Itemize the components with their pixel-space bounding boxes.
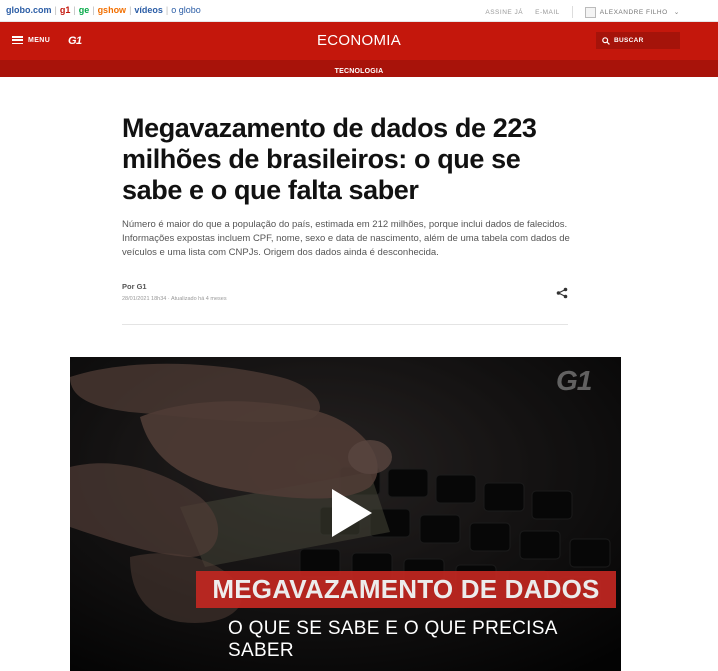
link-g1[interactable]: g1 xyxy=(60,5,71,15)
email-link[interactable]: E-MAIL xyxy=(535,9,560,16)
sub-section-bar: TECNOLOGIA xyxy=(0,60,718,77)
updated-time: Atualizado há 4 meses xyxy=(170,296,227,302)
link-ge[interactable]: ge xyxy=(79,5,90,15)
separator: | xyxy=(129,5,132,15)
article-meta: 28/01/2021 18h34 · Atualizado há 4 meses xyxy=(122,296,227,302)
video-player[interactable]: G1 MEGAVAZAMENTO DE DADOS O QUE SE SABE … xyxy=(70,357,621,671)
search-button[interactable]: BUSCAR xyxy=(596,32,680,49)
globo-network-links: globo.com | g1 | ge | gshow | vídeos | o… xyxy=(6,5,201,15)
divider xyxy=(571,6,573,18)
account-area: ASSINE JÁ E-MAIL ALEXANDRE FILHO ⌄ xyxy=(485,6,680,18)
separator: | xyxy=(73,5,76,15)
article-summary: Número é maior do que a população do paí… xyxy=(122,219,570,258)
video-watermark: G1 xyxy=(556,365,592,396)
subscribe-link[interactable]: ASSINE JÁ xyxy=(485,9,523,16)
link-globo-com[interactable]: globo.com xyxy=(6,5,52,15)
globo-top-bar: globo.com | g1 | ge | gshow | vídeos | o… xyxy=(0,0,718,22)
separator: | xyxy=(165,5,169,15)
publish-date: 28/01/2021 18h34 xyxy=(122,296,167,302)
link-gshow[interactable]: gshow xyxy=(98,5,127,15)
share-button[interactable] xyxy=(556,286,568,304)
share-icon xyxy=(556,287,568,299)
article-divider xyxy=(122,324,568,325)
video-subtitle: O QUE SE SABE E O QUE PRECISA SABER xyxy=(228,618,557,661)
separator: | xyxy=(92,5,95,15)
video-headline-text: MEGAVAZAMENTO DE DADOS xyxy=(212,574,600,604)
link-videos[interactable]: vídeos xyxy=(134,5,163,15)
video-headline: MEGAVAZAMENTO DE DADOS xyxy=(196,571,616,608)
site-header: MENU G1 ECONOMIA BUSCAR xyxy=(0,22,718,60)
chevron-down-icon[interactable]: ⌄ xyxy=(674,8,680,16)
link-o-globo[interactable]: o globo xyxy=(171,5,201,15)
user-name[interactable]: ALEXANDRE FILHO xyxy=(600,9,668,16)
play-icon[interactable] xyxy=(328,485,376,541)
article-author: Por G1 xyxy=(122,282,147,291)
separator: | xyxy=(54,5,57,15)
article-title: Megavazamento de dados de 223 milhões de… xyxy=(122,113,537,205)
search-label: BUSCAR xyxy=(614,37,644,44)
sub-section-link[interactable]: TECNOLOGIA xyxy=(335,68,384,75)
search-icon xyxy=(602,36,610,45)
avatar[interactable] xyxy=(584,6,596,18)
